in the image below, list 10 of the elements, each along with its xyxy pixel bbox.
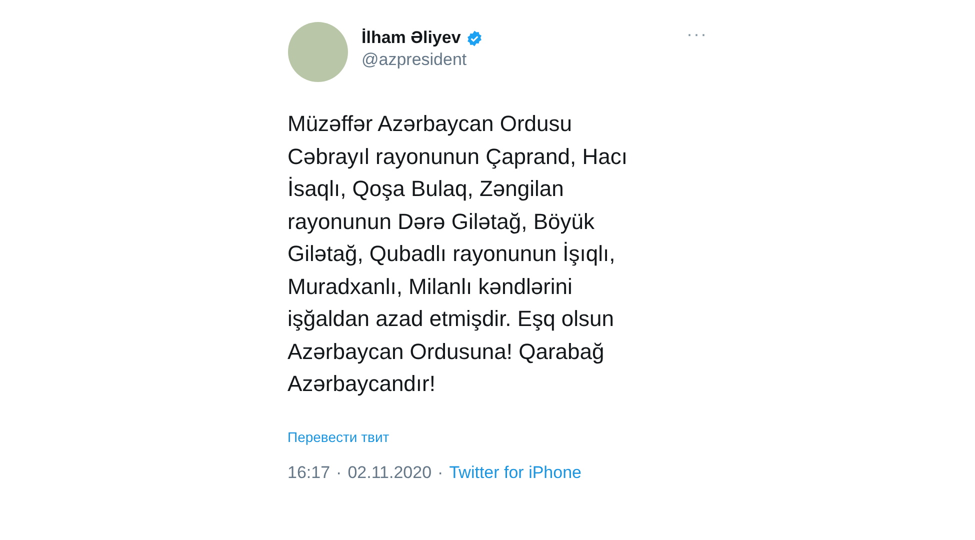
tweet-date: 02.11.2020 [348, 462, 432, 482]
tweet-time: 16:17 [288, 462, 330, 482]
tweet-text: Müzəffər Azərbaycan Ordusu Cəbrayıl rayonunun Çaprand, Hacı İsaqlı, Qoşa Bulaq, Zəngilan rayonunun Dərə Gilətağ, Böyük Gilətağ, Qubadlı rayonunun İşıqlı, Muradxanlı, Milanlı kəndlərini işğaldan azad etmişdir. Eşq olsun Azərbaycan Ordusuna! Qarabağ Azərbaycandır! [288, 110, 628, 398]
separator-dot: · [438, 462, 444, 482]
author-handle[interactable]: @azpresident [362, 50, 673, 70]
translate-link[interactable]: Перевести твит [288, 428, 390, 444]
source-link[interactable]: Twitter for iPhone [449, 462, 582, 482]
author-name[interactable]: İlham Əliyev [362, 28, 461, 48]
separator-dot: · [336, 462, 342, 482]
more-options[interactable]: ··· [686, 24, 708, 45]
